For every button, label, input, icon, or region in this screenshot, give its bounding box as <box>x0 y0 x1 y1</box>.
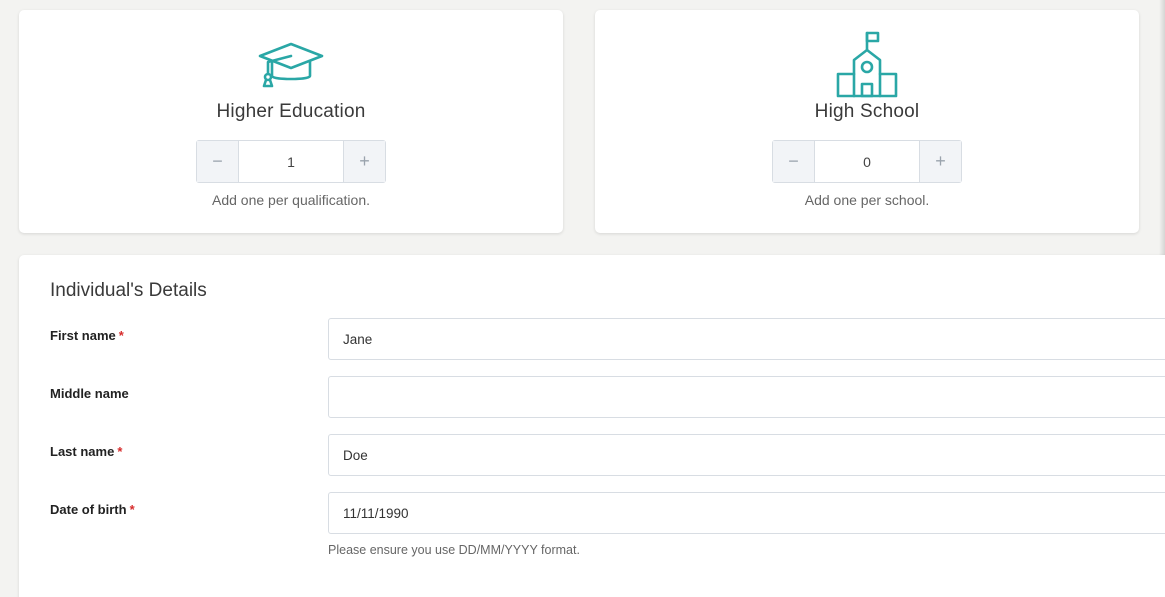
last-name-input[interactable]: Doe <box>328 434 1165 476</box>
required-marker: * <box>117 444 123 459</box>
required-marker: * <box>129 502 135 517</box>
higher-education-title: Higher Education <box>216 101 366 122</box>
higher-education-card: Higher Education − 1 + Add one per quali… <box>19 10 563 233</box>
high-school-decrement-button[interactable]: − <box>773 141 815 182</box>
middle-name-row: Middle name <box>19 376 1165 418</box>
first-name-row: First name * Jane <box>19 318 1165 360</box>
middle-name-label: Middle name <box>50 386 129 401</box>
date-of-birth-label-text: Date of birth <box>50 502 127 517</box>
last-name-row: Last name * Doe <box>19 434 1165 476</box>
date-of-birth-row: Date of birth * 11/11/1990 <box>19 492 1165 534</box>
first-name-label: First name * <box>50 328 124 343</box>
high-school-title: High School <box>814 101 920 122</box>
high-school-increment-button[interactable]: + <box>919 141 961 182</box>
individual-details-card: Individual's Details First name * Jane Mi… <box>19 255 1165 597</box>
high-school-stepper: − 0 + <box>772 140 962 183</box>
middle-name-label-text: Middle name <box>50 386 129 401</box>
high-school-count-input[interactable]: 0 <box>815 141 919 182</box>
higher-education-decrement-button[interactable]: − <box>197 141 239 182</box>
date-format-help-text: Please ensure you use DD/MM/YYYY format. <box>328 543 580 557</box>
first-name-input[interactable]: Jane <box>328 318 1165 360</box>
graduation-cap-icon <box>256 40 326 93</box>
high-school-card: High School − 0 + Add one per school. <box>595 10 1139 233</box>
higher-education-stepper: − 1 + <box>196 140 386 183</box>
higher-education-increment-button[interactable]: + <box>343 141 385 182</box>
required-marker: * <box>118 328 124 343</box>
high-school-hint: Add one per school. <box>804 192 930 208</box>
section-title: Individual's Details <box>50 280 207 301</box>
date-of-birth-input[interactable]: 11/11/1990 <box>328 492 1165 534</box>
date-of-birth-label: Date of birth * <box>50 502 135 517</box>
higher-education-count-input[interactable]: 1 <box>239 141 343 182</box>
higher-education-hint: Add one per qualification. <box>212 192 370 208</box>
last-name-label-text: Last name <box>50 444 115 459</box>
middle-name-input[interactable] <box>328 376 1165 418</box>
last-name-label: Last name * <box>50 444 122 459</box>
school-building-icon <box>832 30 902 105</box>
first-name-label-text: First name <box>50 328 116 343</box>
